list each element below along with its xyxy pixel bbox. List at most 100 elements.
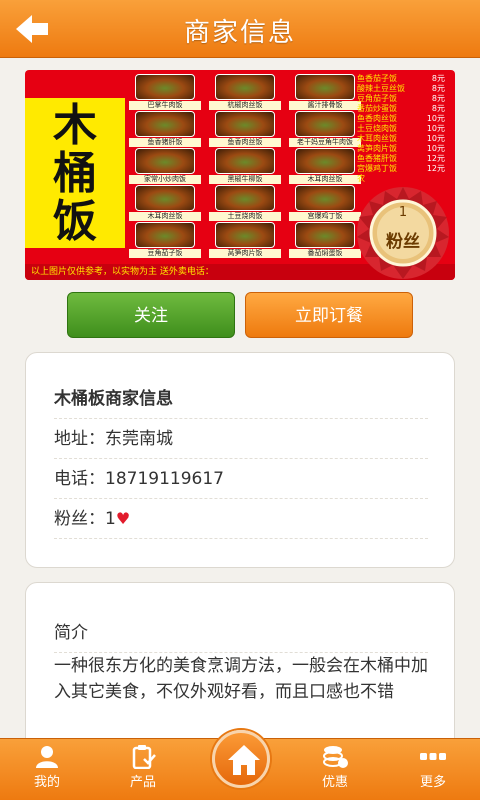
banner-char: 木 — [53, 100, 97, 151]
home-button[interactable] — [212, 730, 270, 788]
price-item-price: 10元 — [426, 124, 445, 133]
dish-thumbnail: 鱼香猪肝饭 — [129, 111, 201, 147]
banner-logo: 木 桶 饭 — [25, 98, 125, 248]
dish-grid: 巴掌牛肉饭 杭椒肉丝饭 酱汁排骨饭 鱼香猪肝饭 鱼香肉丝饭 老干妈豆角牛肉饭 家常小炒肉饭黑… — [129, 74, 365, 258]
nav-label: 产品 — [129, 775, 156, 790]
nav-item-more[interactable]: 更多 — [398, 739, 468, 800]
nav-label: 优惠 — [321, 775, 348, 790]
dish-photo — [215, 148, 275, 174]
dish-photo — [215, 185, 275, 211]
price-row: 莴笋肉片饭 10元 — [343, 144, 451, 154]
dish-thumbnail: 豆角茄子饭 — [129, 222, 201, 258]
nav-label: 我的 — [33, 775, 60, 790]
nav-item-deals[interactable]: 优惠 — [300, 739, 370, 800]
nav-item-products[interactable]: 产品 — [108, 739, 178, 800]
fans-badge: 1 粉丝 — [355, 185, 451, 281]
follow-button[interactable]: 关注 — [67, 292, 235, 338]
dish-photo — [215, 222, 275, 248]
dish-caption: 巴掌牛肉饭 — [129, 101, 201, 110]
dish-caption: 黑椒牛柳饭 — [209, 175, 281, 184]
address-label: 地址： — [54, 429, 105, 449]
fans-row: 粉丝：1♥ — [54, 499, 428, 539]
dish-thumbnail: 土豆烧肉饭 — [209, 185, 281, 221]
nav-item-mine[interactable]: 我的 — [12, 739, 82, 800]
dish-caption: 鱼香猪肝饭 — [129, 138, 201, 147]
page-title: 商家信息 — [183, 18, 296, 48]
dish-caption: 宫爆鸡丁饭 — [289, 212, 361, 221]
dish-thumbnail: 木耳肉丝饭 — [129, 185, 201, 221]
price-item-name: 莴笋肉片饭 — [357, 144, 397, 153]
price-item-name: 宫爆鸡丁饭 — [357, 164, 397, 173]
price-list: 鱼香茄子饭 8元 酸辣土豆丝饭 8元 豆角茄子饭 8元 番茄炒蛋饭 8元 鱼香肉丝饭 10元 土豆烧… — [343, 74, 451, 194]
price-row: 农 — [343, 174, 451, 184]
fans-badge-label: 粉丝 — [386, 232, 420, 252]
nav-label: 更多 — [419, 775, 446, 790]
heart-icon: ♥ — [115, 509, 131, 528]
home-icon — [228, 745, 260, 775]
price-row: 鱼香猪肝饭 12元 — [343, 154, 451, 164]
price-item-name: 番茄炒蛋饭 — [357, 104, 397, 113]
merchant-info-title: 木桶板商家信息 — [54, 379, 428, 419]
dish-caption: 番茄焖蛋饭 — [289, 249, 361, 258]
dish-photo — [295, 222, 355, 248]
phone-row[interactable]: 电话：18719119617 — [54, 459, 428, 499]
price-item-name: 酸辣土豆丝饭 — [357, 84, 405, 93]
dish-thumbnail: 番茄焖蛋饭 — [289, 222, 361, 258]
dish-thumbnail: 莴笋肉片饭 — [209, 222, 281, 258]
dish-caption: 家常小炒肉饭 — [129, 175, 201, 184]
dish-thumbnail: 黑椒牛柳饭 — [209, 148, 281, 184]
phone-label: 电话： — [54, 469, 105, 489]
price-item-name: 木耳肉丝饭 — [357, 134, 397, 143]
address-row: 地址：东莞南城 — [54, 419, 428, 459]
price-item-price: 10元 — [426, 114, 445, 123]
more-icon — [420, 753, 446, 760]
dish-thumbnail: 杭椒肉丝饭 — [209, 74, 281, 110]
price-row: 鱼香茄子饭 8元 — [343, 74, 451, 84]
price-row: 番茄炒蛋饭 8元 — [343, 104, 451, 114]
dish-thumbnail: 家常小炒肉饭 — [129, 148, 201, 184]
dish-photo — [135, 111, 195, 137]
fans-badge-count: 1 — [398, 205, 408, 220]
price-item-name: 农 — [357, 174, 365, 183]
fans-label: 粉丝： — [54, 509, 105, 529]
price-item-price: 12元 — [426, 164, 445, 173]
price-item-price: 8元 — [431, 104, 445, 113]
fans-value: 1 — [105, 509, 116, 529]
dish-photo — [135, 74, 195, 100]
dish-caption: 土豆烧肉饭 — [209, 212, 281, 221]
dish-photo — [135, 148, 195, 174]
merchant-info-card: 木桶板商家信息 地址：东莞南城 电话：18719119617 粉丝：1♥ — [25, 352, 455, 568]
price-row: 豆角茄子饭 8元 — [343, 94, 451, 104]
order-now-button[interactable]: 立即订餐 — [245, 292, 413, 338]
price-item-price: 8元 — [431, 94, 445, 103]
price-item-price: 8元 — [431, 74, 445, 83]
price-item-name: 鱼香肉丝饭 — [357, 114, 397, 123]
intro-text: 一种很东方化的美食烹调方法，一般会在木桶中加入其它美食，不仅外观好看，而且口感也… — [54, 656, 428, 702]
intro-card: 简介 一种很东方化的美食烹调方法，一般会在木桶中加入其它美食，不仅外观好看，而且… — [25, 582, 455, 752]
price-item-price: 10元 — [426, 134, 445, 143]
price-item-name: 豆角茄子饭 — [357, 94, 397, 103]
clipboard-icon — [132, 745, 156, 769]
user-icon — [36, 746, 58, 768]
banner-char: 桶 — [53, 148, 97, 199]
dish-caption: 杭椒肉丝饭 — [209, 101, 281, 110]
price-item-name: 鱼香猪肝饭 — [357, 154, 397, 163]
dish-thumbnail: 巴掌牛肉饭 — [129, 74, 201, 110]
phone-value[interactable]: 18719119617 — [105, 469, 224, 489]
dish-photo — [135, 222, 195, 248]
price-row: 宫爆鸡丁饭 12元 — [343, 164, 451, 174]
app-header: 商家信息 — [0, 0, 480, 58]
dish-photo — [135, 185, 195, 211]
dish-caption: 莴笋肉片饭 — [209, 249, 281, 258]
price-item-price: 8元 — [431, 84, 445, 93]
dish-photo — [215, 111, 275, 137]
price-row: 木耳肉丝饭 10元 — [343, 134, 451, 144]
price-item-price: 10元 — [426, 144, 445, 153]
price-item-price: 12元 — [426, 154, 445, 163]
price-item-name: 鱼香茄子饭 — [357, 74, 397, 83]
price-row: 鱼香肉丝饭 10元 — [343, 114, 451, 124]
price-row: 土豆烧肉饭 10元 — [343, 124, 451, 134]
dish-thumbnail: 鱼香肉丝饭 — [209, 111, 281, 147]
dish-caption: 鱼香肉丝饭 — [209, 138, 281, 147]
dish-caption: 木耳肉丝饭 — [129, 212, 201, 221]
